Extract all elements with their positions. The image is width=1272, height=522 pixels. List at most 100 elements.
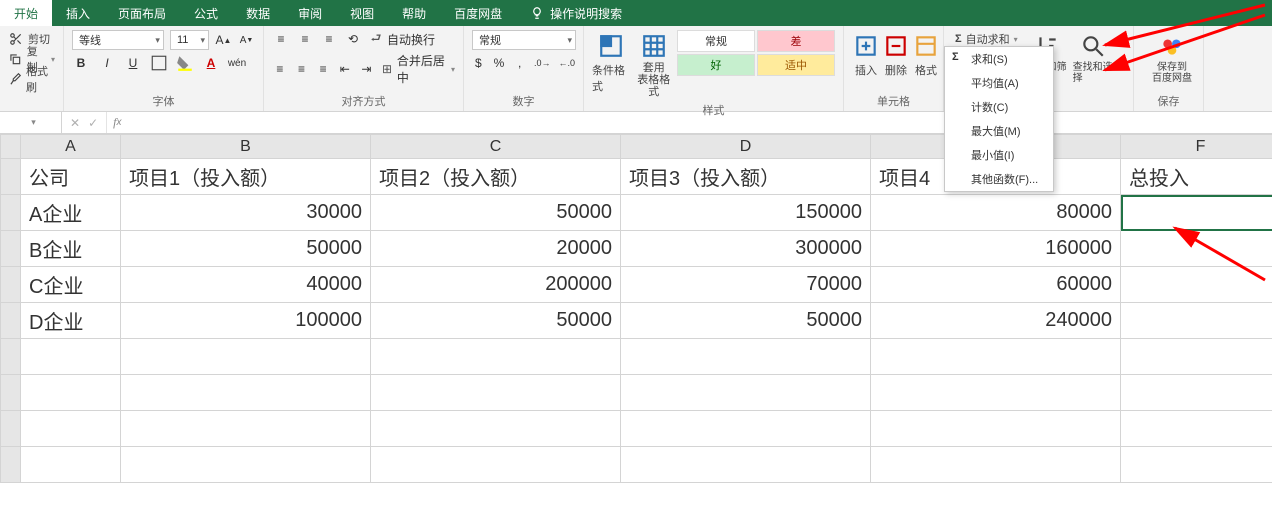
- cell[interactable]: [621, 447, 871, 483]
- tab-help[interactable]: 帮助: [388, 0, 440, 26]
- inc-decimal-icon[interactable]: .0→: [534, 54, 551, 72]
- row-header[interactable]: [1, 231, 21, 267]
- fx-icon[interactable]: fx: [107, 112, 127, 133]
- cell[interactable]: 160000: [871, 231, 1121, 267]
- format-painter-button[interactable]: 格式刷: [8, 70, 55, 88]
- cell[interactable]: 50000: [121, 231, 371, 267]
- bold-button[interactable]: B: [72, 54, 90, 72]
- wrap-text-button[interactable]: ⮐自动换行: [368, 31, 435, 48]
- cell[interactable]: [871, 375, 1121, 411]
- col-header-B[interactable]: B: [121, 135, 371, 159]
- cell[interactable]: 300000: [621, 231, 871, 267]
- cell[interactable]: 项目2（投入额）: [371, 159, 621, 195]
- cell[interactable]: B企业: [21, 231, 121, 267]
- cell[interactable]: 30000: [121, 195, 371, 231]
- tab-page-layout[interactable]: 页面布局: [104, 0, 180, 26]
- align-top-icon[interactable]: ≡: [272, 30, 290, 48]
- cell[interactable]: C企业: [21, 267, 121, 303]
- cell[interactable]: [371, 447, 621, 483]
- cell[interactable]: 60000: [871, 267, 1121, 303]
- cancel-formula-icon[interactable]: ✕: [70, 116, 80, 130]
- orientation-icon[interactable]: ⟲: [344, 30, 362, 48]
- percent-icon[interactable]: %: [493, 54, 506, 72]
- cell[interactable]: [121, 447, 371, 483]
- cell-active[interactable]: [1121, 195, 1272, 231]
- cell[interactable]: [1121, 339, 1272, 375]
- cell[interactable]: [121, 339, 371, 375]
- cell[interactable]: [121, 411, 371, 447]
- align-right-icon[interactable]: ≡: [315, 60, 331, 78]
- row-header[interactable]: [1, 267, 21, 303]
- delete-cells-button[interactable]: 删除: [882, 30, 910, 80]
- menu-average[interactable]: 平均值(A): [945, 71, 1053, 95]
- tab-data[interactable]: 数据: [232, 0, 284, 26]
- cell[interactable]: A企业: [21, 195, 121, 231]
- cell[interactable]: [371, 411, 621, 447]
- cell[interactable]: [1121, 303, 1272, 339]
- tab-review[interactable]: 审阅: [284, 0, 336, 26]
- menu-count[interactable]: 计数(C): [945, 95, 1053, 119]
- conditional-format-button[interactable]: 条件格式: [592, 30, 631, 96]
- cell[interactable]: [871, 339, 1121, 375]
- cell[interactable]: 50000: [621, 303, 871, 339]
- style-bad[interactable]: 差: [757, 30, 835, 52]
- insert-cells-button[interactable]: 插入: [852, 30, 880, 80]
- col-header-C[interactable]: C: [371, 135, 621, 159]
- cell[interactable]: 40000: [121, 267, 371, 303]
- border-button[interactable]: [150, 54, 168, 72]
- select-all-corner[interactable]: [1, 135, 21, 159]
- cell[interactable]: [1121, 447, 1272, 483]
- align-bottom-icon[interactable]: ≡: [320, 30, 338, 48]
- cell[interactable]: [21, 411, 121, 447]
- row-header[interactable]: [1, 159, 21, 195]
- tab-insert[interactable]: 插入: [52, 0, 104, 26]
- phonetic-button[interactable]: wén: [228, 54, 246, 72]
- menu-max[interactable]: 最大值(M): [945, 119, 1053, 143]
- row-header[interactable]: [1, 339, 21, 375]
- enter-formula-icon[interactable]: ✓: [88, 116, 98, 130]
- number-format-select[interactable]: 常规: [472, 30, 576, 50]
- cell[interactable]: 200000: [371, 267, 621, 303]
- row-header[interactable]: [1, 375, 21, 411]
- font-name-select[interactable]: 等线: [72, 30, 164, 50]
- cell[interactable]: 50000: [371, 303, 621, 339]
- row-header[interactable]: [1, 303, 21, 339]
- indent-inc-icon[interactable]: ⇥: [359, 60, 375, 78]
- cell[interactable]: [621, 411, 871, 447]
- menu-min[interactable]: 最小值(I): [945, 143, 1053, 167]
- style-neutral[interactable]: 适中: [757, 54, 835, 76]
- align-left-icon[interactable]: ≡: [272, 60, 288, 78]
- increase-font-icon[interactable]: A▲: [215, 31, 232, 49]
- decrease-font-icon[interactable]: A▼: [238, 31, 255, 49]
- format-as-table-button[interactable]: 套用 表格格式: [635, 30, 674, 100]
- cell[interactable]: [371, 375, 621, 411]
- cell[interactable]: 项目3（投入额）: [621, 159, 871, 195]
- style-good[interactable]: 好: [677, 54, 755, 76]
- cell[interactable]: [1121, 375, 1272, 411]
- cell[interactable]: 总投入: [1121, 159, 1272, 195]
- cell[interactable]: 80000: [871, 195, 1121, 231]
- font-color-button[interactable]: A: [202, 54, 220, 72]
- save-to-baidu-button[interactable]: 保存到 百度网盘: [1142, 30, 1202, 86]
- align-middle-icon[interactable]: ≡: [296, 30, 314, 48]
- tab-home[interactable]: 开始: [0, 0, 52, 26]
- cell[interactable]: D企业: [21, 303, 121, 339]
- cell[interactable]: [871, 411, 1121, 447]
- italic-button[interactable]: I: [98, 54, 116, 72]
- currency-icon[interactable]: $: [472, 54, 485, 72]
- cell[interactable]: 240000: [871, 303, 1121, 339]
- find-select-button[interactable]: 查找和选择: [1073, 30, 1113, 86]
- cell[interactable]: [621, 339, 871, 375]
- style-normal[interactable]: 常规: [677, 30, 755, 52]
- row-header[interactable]: [1, 411, 21, 447]
- cell[interactable]: 100000: [121, 303, 371, 339]
- row-header[interactable]: [1, 447, 21, 483]
- dec-decimal-icon[interactable]: ←.0: [558, 54, 575, 72]
- cell[interactable]: 50000: [371, 195, 621, 231]
- cell[interactable]: 70000: [621, 267, 871, 303]
- comma-icon[interactable]: ,: [513, 54, 526, 72]
- cell[interactable]: 20000: [371, 231, 621, 267]
- tell-me-search[interactable]: 操作说明搜索: [516, 0, 636, 26]
- cell[interactable]: [21, 447, 121, 483]
- cell[interactable]: [1121, 231, 1272, 267]
